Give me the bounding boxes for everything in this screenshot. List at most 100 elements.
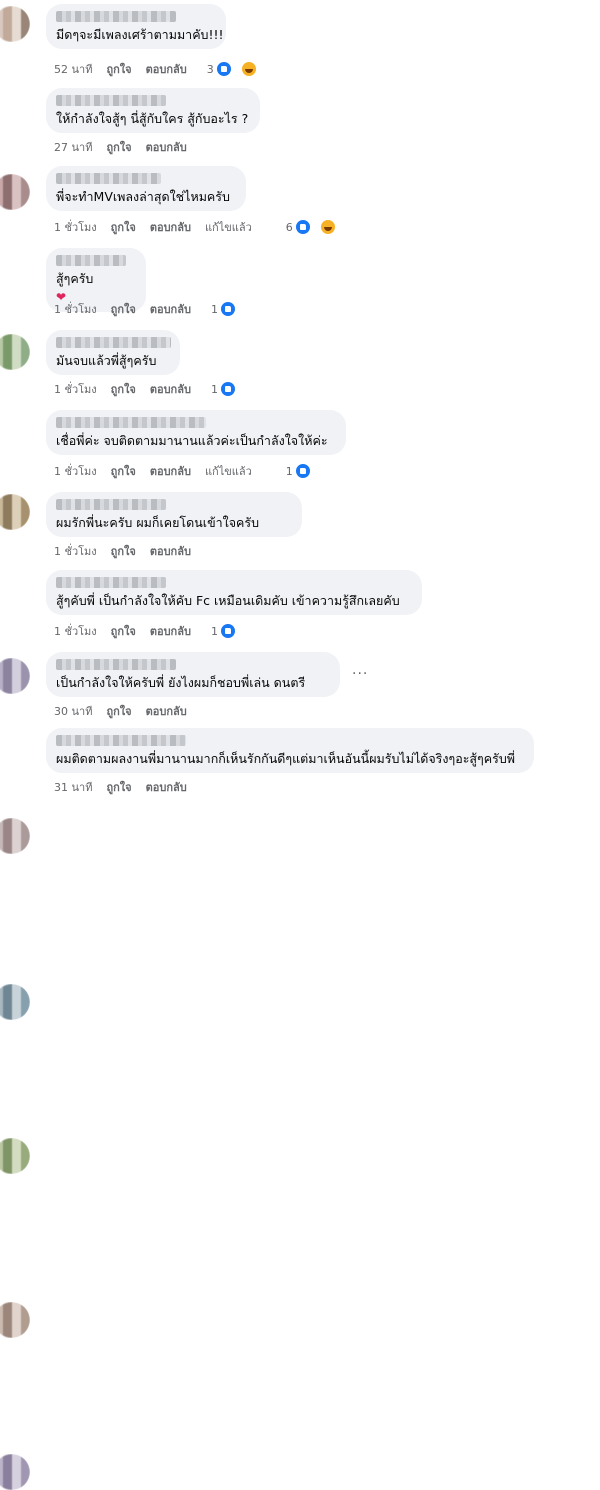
like-button[interactable]: ถูกใจ bbox=[111, 622, 136, 640]
like-button[interactable]: ถูกใจ bbox=[106, 702, 131, 720]
commenter-name-redacted[interactable] bbox=[56, 11, 176, 22]
commenter-name-redacted[interactable] bbox=[56, 577, 166, 588]
reaction-summary[interactable]: 1 bbox=[211, 623, 250, 639]
haha-icon bbox=[240, 61, 257, 77]
comment-actions: 1 ชั่วโมง ถูกใจ ตอบกลับ 1 bbox=[54, 300, 264, 318]
comment-text: เชื่อพี่ค่ะ จบติดตามมานานแล้วค่ะเป็นกำลั… bbox=[56, 433, 328, 448]
comment-timestamp[interactable]: 1 ชั่วโมง bbox=[54, 380, 97, 398]
comment-timestamp[interactable]: 1 ชั่วโมง bbox=[54, 622, 97, 640]
commenter-name-redacted[interactable] bbox=[56, 255, 126, 266]
comment-text: มีดๆจะมีเพลงเศร้าตามมาคับ!!! bbox=[56, 27, 224, 42]
avatar[interactable] bbox=[0, 1138, 30, 1174]
comment-timestamp[interactable]: 52 นาที bbox=[54, 60, 92, 78]
reply-button[interactable]: ตอบกลับ bbox=[146, 138, 187, 156]
reaction-count: 1 bbox=[210, 624, 218, 638]
comment-timestamp[interactable]: 31 นาที bbox=[54, 778, 92, 796]
reply-button[interactable]: ตอบกลับ bbox=[150, 622, 191, 640]
avatar[interactable] bbox=[0, 334, 30, 370]
like-button[interactable]: ถูกใจ bbox=[106, 60, 131, 78]
like-button[interactable]: ถูกใจ bbox=[111, 380, 136, 398]
avatar[interactable] bbox=[0, 1302, 30, 1338]
commenter-name-redacted[interactable] bbox=[56, 659, 176, 670]
comment-actions: 1 ชั่วโมง ถูกใจ ตอบกลับ bbox=[54, 542, 205, 560]
comment-actions: 30 นาที ถูกใจ ตอบกลับ bbox=[54, 702, 201, 720]
like-button[interactable]: ถูกใจ bbox=[111, 462, 136, 480]
reaction-count: 1 bbox=[210, 302, 218, 316]
avatar[interactable] bbox=[0, 658, 30, 694]
comment-bubble: พี่จะทำMVเพลงล่าสุดใช่ไหมครับ bbox=[46, 166, 246, 211]
commenter-name-redacted[interactable] bbox=[56, 735, 186, 746]
comment-timestamp[interactable]: 1 ชั่วโมง bbox=[54, 218, 97, 236]
reply-button[interactable]: ตอบกลับ bbox=[146, 60, 187, 78]
comment-text: มันจบแล้วพี่สู้ๆครับ bbox=[56, 353, 157, 368]
comment-text: ผมติดตามผลงานพี่มานานมากก็เห็นรักกันดีๆแ… bbox=[56, 751, 516, 766]
comment-timestamp[interactable]: 30 นาที bbox=[54, 702, 92, 720]
edited-label[interactable]: แก้ไขแล้ว bbox=[205, 462, 252, 480]
like-icon bbox=[219, 623, 236, 639]
reaction-summary[interactable]: 1 bbox=[211, 381, 250, 397]
reply-button[interactable]: ตอบกลับ bbox=[150, 462, 191, 480]
commenter-name-redacted[interactable] bbox=[56, 95, 166, 106]
comment-text: สู้ๆคับพี่ เป็นกำลังใจให้คับ Fc เหมือนเด… bbox=[56, 593, 400, 608]
edited-label[interactable]: แก้ไขแล้ว bbox=[205, 218, 252, 236]
like-button[interactable]: ถูกใจ bbox=[111, 218, 136, 236]
comment-actions: 27 นาที ถูกใจ ตอบกลับ bbox=[54, 138, 201, 156]
reply-button[interactable]: ตอบกลับ bbox=[150, 300, 191, 318]
haha-icon bbox=[319, 219, 336, 235]
comment-text: พี่จะทำMVเพลงล่าสุดใช่ไหมครับ bbox=[56, 189, 230, 204]
avatar[interactable] bbox=[0, 984, 30, 1020]
comment-bubble: สู้ๆคับพี่ เป็นกำลังใจให้คับ Fc เหมือนเด… bbox=[46, 570, 422, 615]
reply-button[interactable]: ตอบกลับ bbox=[146, 702, 187, 720]
like-button[interactable]: ถูกใจ bbox=[111, 300, 136, 318]
like-icon bbox=[215, 61, 232, 77]
comment-bubble: เป็นกำลังใจให้ครับพี่ ยังไงผมก็ชอบพี่เล่… bbox=[46, 652, 340, 697]
avatar[interactable] bbox=[0, 1454, 30, 1490]
like-button[interactable]: ถูกใจ bbox=[106, 138, 131, 156]
reaction-count: 1 bbox=[210, 382, 218, 396]
comment-actions: 1 ชั่วโมง ถูกใจ ตอบกลับ 1 bbox=[54, 380, 264, 398]
comment-text: ให้กำลังใจสู้ๆ นี่สู้กับใคร สู้กับอะไร ? bbox=[56, 111, 249, 126]
reaction-summary[interactable]: 1 bbox=[211, 301, 250, 317]
comment-bubble: ให้กำลังใจสู้ๆ นี่สู้กับใคร สู้กับอะไร ? bbox=[46, 88, 260, 133]
like-button[interactable]: ถูกใจ bbox=[106, 778, 131, 796]
avatar[interactable] bbox=[0, 494, 30, 530]
comment-actions: 52 นาที ถูกใจ ตอบกลับ 3 bbox=[54, 60, 285, 78]
comment-actions: 1 ชั่วโมง ถูกใจ ตอบกลับ แก้ไขแล้ว 1 bbox=[54, 462, 339, 480]
reply-button[interactable]: ตอบกลับ bbox=[150, 542, 191, 560]
more-options-icon[interactable]: ··· bbox=[352, 666, 368, 682]
commenter-name-redacted[interactable] bbox=[56, 417, 206, 428]
like-icon bbox=[219, 301, 236, 317]
comment-bubble: มีดๆจะมีเพลงเศร้าตามมาคับ!!! bbox=[46, 4, 226, 49]
reaction-summary[interactable]: 3 bbox=[207, 61, 271, 77]
reaction-count: 3 bbox=[206, 62, 214, 76]
comment-text: สู้ๆครับ bbox=[56, 271, 94, 286]
comment-bubble: เชื่อพี่ค่ะ จบติดตามมานานแล้วค่ะเป็นกำลั… bbox=[46, 410, 346, 455]
reaction-summary[interactable]: 6 bbox=[286, 219, 350, 235]
like-icon bbox=[294, 219, 311, 235]
avatar[interactable] bbox=[0, 6, 30, 42]
avatar[interactable] bbox=[0, 174, 30, 210]
reaction-count: 1 bbox=[285, 464, 293, 478]
reaction-count: 6 bbox=[285, 220, 293, 234]
reply-button[interactable]: ตอบกลับ bbox=[150, 218, 191, 236]
comment-actions: 1 ชั่วโมง ถูกใจ ตอบกลับ 1 bbox=[54, 622, 264, 640]
comment-timestamp[interactable]: 1 ชั่วโมง bbox=[54, 462, 97, 480]
avatar[interactable] bbox=[0, 818, 30, 854]
comment-actions: 31 นาที ถูกใจ ตอบกลับ bbox=[54, 778, 201, 796]
comment-timestamp[interactable]: 1 ชั่วโมง bbox=[54, 542, 97, 560]
reply-button[interactable]: ตอบกลับ bbox=[150, 380, 191, 398]
comment-bubble: ผมรักพี่นะครับ ผมก็เคยโดนเข้าใจครับ bbox=[46, 492, 302, 537]
reaction-summary[interactable]: 1 bbox=[286, 463, 325, 479]
comment-timestamp[interactable]: 1 ชั่วโมง bbox=[54, 300, 97, 318]
like-icon bbox=[294, 463, 311, 479]
comment-bubble: ผมติดตามผลงานพี่มานานมากก็เห็นรักกันดีๆแ… bbox=[46, 728, 534, 773]
reply-button[interactable]: ตอบกลับ bbox=[146, 778, 187, 796]
commenter-name-redacted[interactable] bbox=[56, 173, 161, 184]
comment-bubble: มันจบแล้วพี่สู้ๆครับ bbox=[46, 330, 180, 375]
commenter-name-redacted[interactable] bbox=[56, 337, 171, 348]
comment-text: เป็นกำลังใจให้ครับพี่ ยังไงผมก็ชอบพี่เล่… bbox=[56, 675, 306, 690]
comment-text: ผมรักพี่นะครับ ผมก็เคยโดนเข้าใจครับ bbox=[56, 515, 260, 530]
like-button[interactable]: ถูกใจ bbox=[111, 542, 136, 560]
comment-timestamp[interactable]: 27 นาที bbox=[54, 138, 92, 156]
commenter-name-redacted[interactable] bbox=[56, 499, 166, 510]
